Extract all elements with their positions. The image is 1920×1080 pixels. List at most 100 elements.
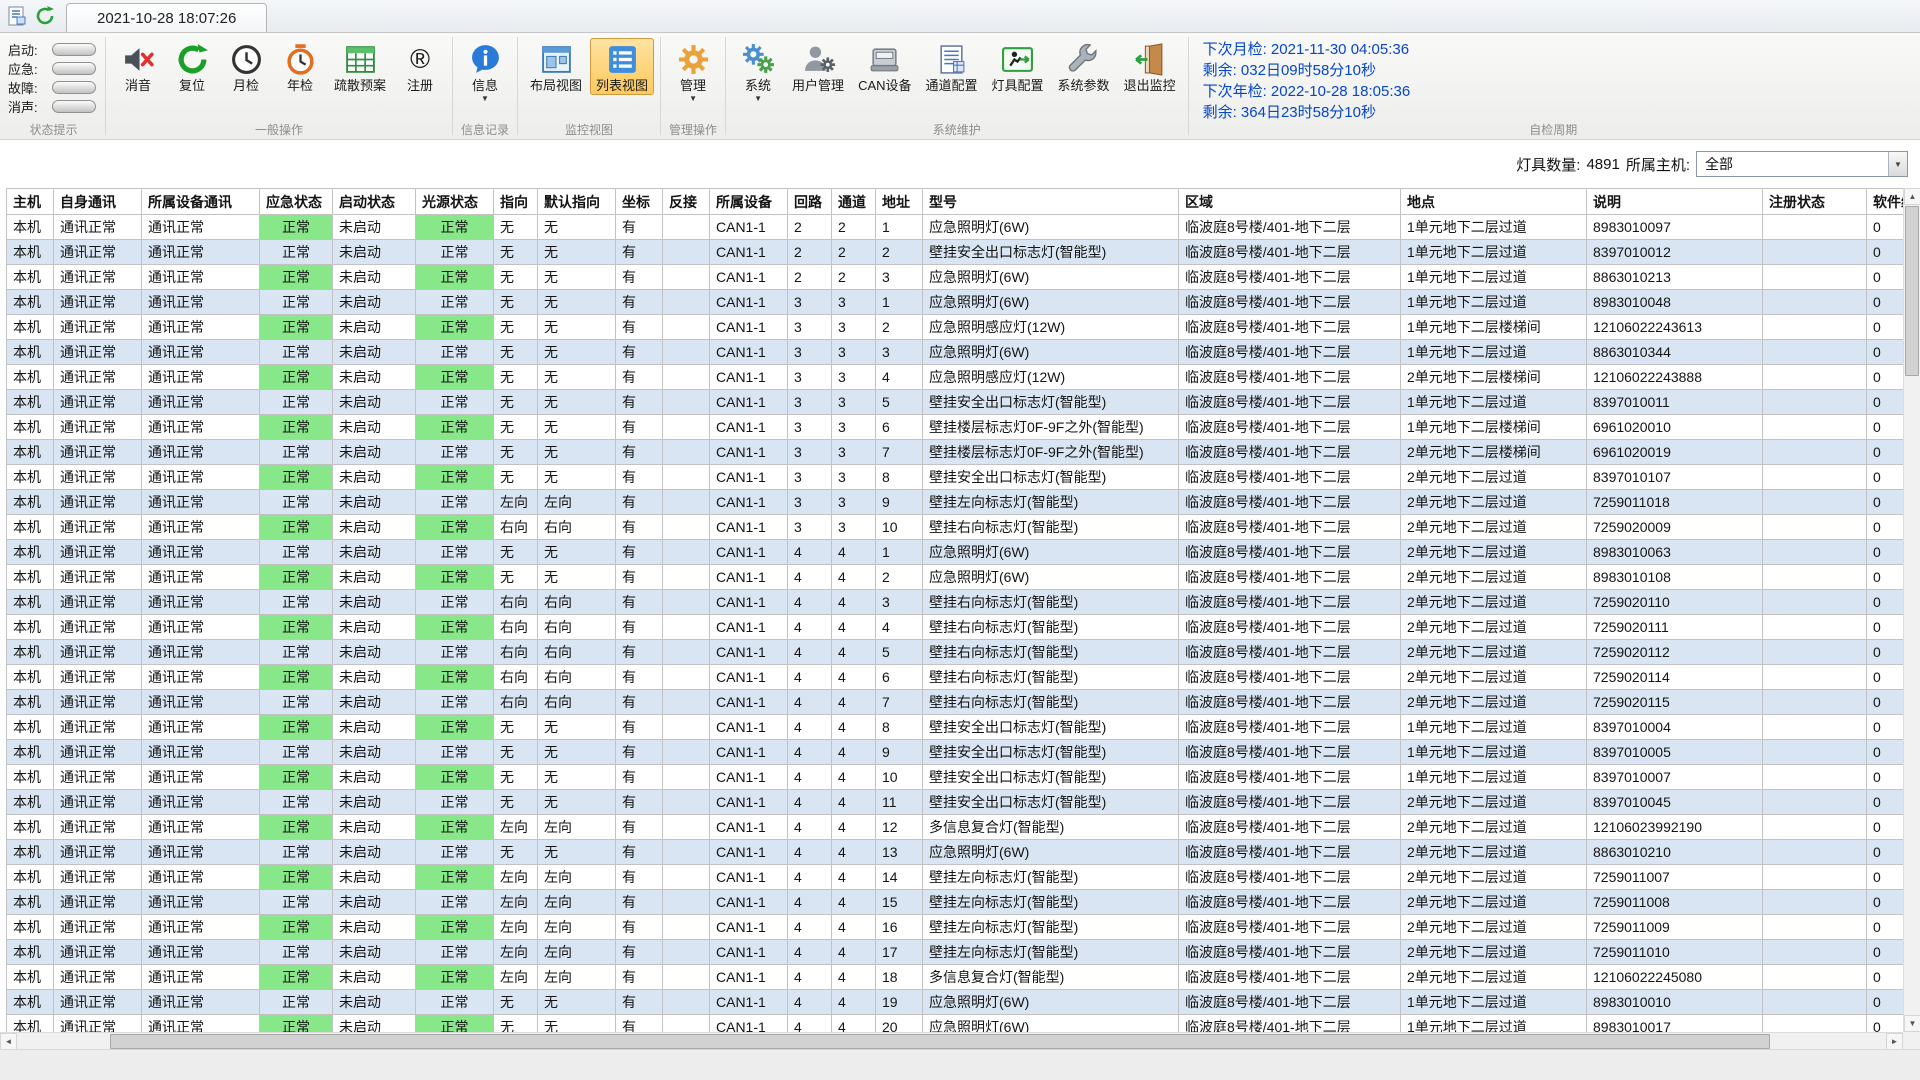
- title-tab[interactable]: 2021-10-28 18:07:26: [66, 3, 267, 32]
- scroll-down-button[interactable]: ▼: [1904, 1015, 1920, 1032]
- column-header[interactable]: 型号: [923, 189, 1179, 215]
- table-row[interactable]: 本机通讯正常通讯正常正常未启动正常无无有CAN1-1442应急照明灯(6W)临波…: [7, 565, 1904, 590]
- table-row[interactable]: 本机通讯正常通讯正常正常未启动正常右向右向有CAN1-1445壁挂右向标志灯(智…: [7, 640, 1904, 665]
- table-cell: 无: [538, 540, 616, 565]
- column-header[interactable]: 启动状态: [333, 189, 416, 215]
- table-row[interactable]: 本机通讯正常通讯正常正常未启动正常右向右向有CAN1-1444壁挂右向标志灯(智…: [7, 615, 1904, 640]
- refresh-icon[interactable]: [34, 5, 56, 27]
- system-params-button[interactable]: 系统参数: [1052, 38, 1116, 95]
- table-row[interactable]: 本机通讯正常通讯正常正常未启动正常无无有CAN1-1337壁挂楼层标志灯0F-9…: [7, 440, 1904, 465]
- table-row[interactable]: 本机通讯正常通讯正常正常未启动正常无无有CAN1-1223应急照明灯(6W)临波…: [7, 265, 1904, 290]
- vertical-scrollbar[interactable]: ▲ ▼: [1903, 188, 1920, 1032]
- table-cell: 通讯正常: [54, 565, 142, 590]
- table-cell: 应急照明灯(6W): [923, 215, 1179, 240]
- table-row[interactable]: 本机通讯正常通讯正常正常未启动正常左向左向有CAN1-14415壁挂左向标志灯(…: [7, 890, 1904, 915]
- column-header[interactable]: 光源状态: [416, 189, 494, 215]
- table-row[interactable]: 本机通讯正常通讯正常正常未启动正常右向右向有CAN1-1446壁挂右向标志灯(智…: [7, 665, 1904, 690]
- monthly-check-button[interactable]: 月检: [220, 38, 272, 95]
- column-header[interactable]: 指向: [494, 189, 538, 215]
- can-device-button[interactable]: CAN设备: [852, 38, 917, 95]
- table-row[interactable]: 本机通讯正常通讯正常正常未启动正常无无有CAN1-1338壁挂安全出口标志灯(智…: [7, 465, 1904, 490]
- table-row[interactable]: 本机通讯正常通讯正常正常未启动正常无无有CAN1-1221应急照明灯(6W)临波…: [7, 215, 1904, 240]
- table-row[interactable]: 本机通讯正常通讯正常正常未启动正常右向右向有CAN1-1443壁挂右向标志灯(智…: [7, 590, 1904, 615]
- table-row[interactable]: 本机通讯正常通讯正常正常未启动正常无无有CAN1-1336壁挂楼层标志灯0F-9…: [7, 415, 1904, 440]
- info-button[interactable]: 信息 ▼: [459, 38, 511, 105]
- table-row[interactable]: 本机通讯正常通讯正常正常未启动正常无无有CAN1-1331应急照明灯(6W)临波…: [7, 290, 1904, 315]
- table-row[interactable]: 本机通讯正常通讯正常正常未启动正常左向左向有CAN1-1339壁挂左向标志灯(智…: [7, 490, 1904, 515]
- scroll-up-button[interactable]: ▲: [1904, 188, 1920, 205]
- layout-view-button[interactable]: 布局视图: [524, 38, 588, 95]
- reset-button[interactable]: 复位: [166, 38, 218, 95]
- table-row[interactable]: 本机通讯正常通讯正常正常未启动正常无无有CAN1-1441应急照明灯(6W)临波…: [7, 540, 1904, 565]
- table-cell: 无: [494, 340, 538, 365]
- exit-monitor-button[interactable]: 退出监控: [1118, 38, 1182, 95]
- annual-check-button[interactable]: 年检: [274, 38, 326, 95]
- table-row[interactable]: 本机通讯正常通讯正常正常未启动正常左向左向有CAN1-14412多信息复合灯(智…: [7, 815, 1904, 840]
- table-cell: CAN1-1: [710, 715, 788, 740]
- scroll-left-button[interactable]: ◄: [0, 1033, 17, 1050]
- table-row[interactable]: 本机通讯正常通讯正常正常未启动正常无无有CAN1-1335壁挂安全出口标志灯(智…: [7, 390, 1904, 415]
- user-manage-button[interactable]: 用户管理: [786, 38, 850, 95]
- column-header[interactable]: 通道: [832, 189, 876, 215]
- table-row[interactable]: 本机通讯正常通讯正常正常未启动正常无无有CAN1-14419应急照明灯(6W)临…: [7, 990, 1904, 1015]
- column-header[interactable]: 自身通讯: [54, 189, 142, 215]
- table-cell: [1763, 890, 1867, 915]
- mute-button[interactable]: 消音: [112, 38, 164, 95]
- table-cell: 有: [616, 490, 663, 515]
- lamp-config-button[interactable]: 灯具配置: [986, 38, 1050, 95]
- table-cell: 0: [1867, 465, 1904, 490]
- table-row[interactable]: 本机通讯正常通讯正常正常未启动正常无无有CAN1-1222壁挂安全出口标志灯(智…: [7, 240, 1904, 265]
- table-row[interactable]: 本机通讯正常通讯正常正常未启动正常无无有CAN1-1448壁挂安全出口标志灯(智…: [7, 715, 1904, 740]
- table-row[interactable]: 本机通讯正常通讯正常正常未启动正常无无有CAN1-1449壁挂安全出口标志灯(智…: [7, 740, 1904, 765]
- column-header[interactable]: 注册状态: [1763, 189, 1867, 215]
- table-row[interactable]: 本机通讯正常通讯正常正常未启动正常右向右向有CAN1-13310壁挂右向标志灯(…: [7, 515, 1904, 540]
- table-row[interactable]: 本机通讯正常通讯正常正常未启动正常左向左向有CAN1-14416壁挂左向标志灯(…: [7, 915, 1904, 940]
- column-header[interactable]: 回路: [788, 189, 832, 215]
- table-row[interactable]: 本机通讯正常通讯正常正常未启动正常无无有CAN1-14413应急照明灯(6W)临…: [7, 840, 1904, 865]
- table-cell: 未启动: [333, 365, 416, 390]
- register-button[interactable]: ® 注册: [394, 38, 446, 95]
- column-header[interactable]: 地址: [876, 189, 923, 215]
- column-header[interactable]: 所属设备: [710, 189, 788, 215]
- evacuation-plan-button[interactable]: 疏散预案: [328, 38, 392, 95]
- table-cell: 正常: [260, 365, 333, 390]
- horizontal-scrollbar[interactable]: ◄ ►: [0, 1032, 1903, 1049]
- column-header[interactable]: 说明: [1587, 189, 1763, 215]
- column-header[interactable]: 应急状态: [260, 189, 333, 215]
- table-cell: 有: [616, 515, 663, 540]
- table-row[interactable]: 本机通讯正常通讯正常正常未启动正常无无有CAN1-14411壁挂安全出口标志灯(…: [7, 790, 1904, 815]
- column-header[interactable]: 主机: [7, 189, 54, 215]
- table-row[interactable]: 本机通讯正常通讯正常正常未启动正常右向右向有CAN1-1447壁挂右向标志灯(智…: [7, 690, 1904, 715]
- list-view-button[interactable]: 列表视图: [590, 38, 654, 95]
- horizontal-scroll-thumb[interactable]: [110, 1034, 1770, 1049]
- table-cell: 正常: [416, 640, 494, 665]
- table-cell: 1单元地下二层过道: [1401, 290, 1587, 315]
- column-header[interactable]: 区域: [1179, 189, 1401, 215]
- app-icon[interactable]: [6, 5, 28, 27]
- table-row[interactable]: 本机通讯正常通讯正常正常未启动正常无无有CAN1-1333应急照明灯(6W)临波…: [7, 340, 1904, 365]
- table-cell: 9: [876, 490, 923, 515]
- table-row[interactable]: 本机通讯正常通讯正常正常未启动正常左向左向有CAN1-14414壁挂左向标志灯(…: [7, 865, 1904, 890]
- table-row[interactable]: 本机通讯正常通讯正常正常未启动正常无无有CAN1-14420应急照明灯(6W)临…: [7, 1015, 1904, 1033]
- table-cell: 有: [616, 840, 663, 865]
- table-cell: CAN1-1: [710, 940, 788, 965]
- system-button[interactable]: 系统 ▼: [732, 38, 784, 105]
- column-header[interactable]: 所属设备通讯: [142, 189, 260, 215]
- vertical-scroll-thumb[interactable]: [1905, 206, 1919, 376]
- column-header[interactable]: 反接: [663, 189, 710, 215]
- column-header[interactable]: 坐标: [616, 189, 663, 215]
- column-header[interactable]: 软件编号: [1867, 189, 1904, 215]
- column-header[interactable]: 默认指向: [538, 189, 616, 215]
- column-header[interactable]: 地点: [1401, 189, 1587, 215]
- table-row[interactable]: 本机通讯正常通讯正常正常未启动正常无无有CAN1-14410壁挂安全出口标志灯(…: [7, 765, 1904, 790]
- table-row[interactable]: 本机通讯正常通讯正常正常未启动正常左向左向有CAN1-14417壁挂左向标志灯(…: [7, 940, 1904, 965]
- channel-config-button[interactable]: 通道配置: [920, 38, 984, 95]
- manage-button[interactable]: 管理 ▼: [667, 38, 719, 105]
- table-cell: CAN1-1: [710, 990, 788, 1015]
- host-filter-combobox[interactable]: 全部 ▼: [1696, 151, 1908, 177]
- table-row[interactable]: 本机通讯正常通讯正常正常未启动正常左向左向有CAN1-14418多信息复合灯(智…: [7, 965, 1904, 990]
- table-row[interactable]: 本机通讯正常通讯正常正常未启动正常无无有CAN1-1334应急照明感应灯(12W…: [7, 365, 1904, 390]
- table-row[interactable]: 本机通讯正常通讯正常正常未启动正常无无有CAN1-1332应急照明感应灯(12W…: [7, 315, 1904, 340]
- scroll-right-button[interactable]: ►: [1886, 1033, 1903, 1050]
- combobox-dropdown-button[interactable]: ▼: [1888, 152, 1907, 176]
